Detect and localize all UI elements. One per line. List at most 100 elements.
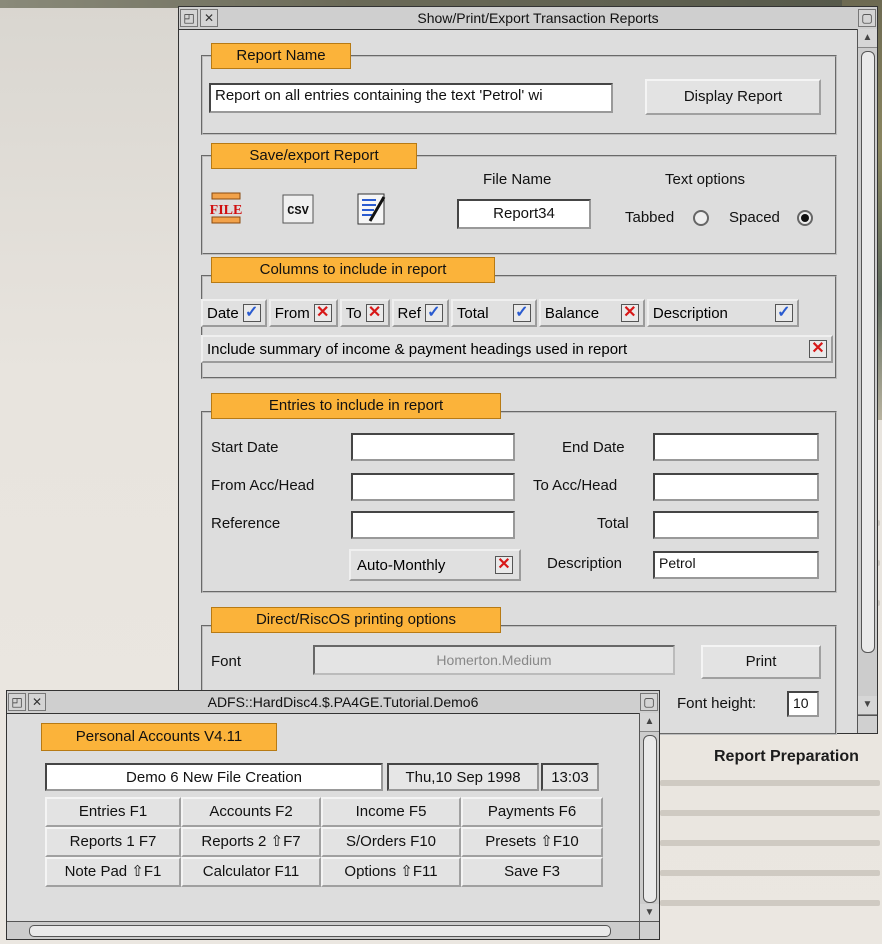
column-to-option[interactable]: To ✕ (339, 299, 390, 327)
close-icon[interactable]: ✕ (28, 693, 46, 711)
column-date-label: Date (207, 304, 239, 322)
scroll-thumb[interactable] (861, 51, 875, 653)
main-window: ◰ ✕ ADFS::HardDisc4.$.PA4GE.Tutorial.Dem… (6, 690, 660, 940)
column-from-option[interactable]: From ✕ (268, 299, 338, 327)
file-title-field: Demo 6 New File Creation (45, 763, 383, 791)
file-name-input[interactable]: Report34 (457, 199, 591, 229)
print-button[interactable]: Print (701, 645, 821, 679)
columns-checkbox-row: Date ✓ From ✕ To ✕ Ref ✓ Total ✓ Balance ✕ Des… (201, 299, 833, 327)
font-height-label: Font height: (677, 695, 757, 712)
toggle-size-icon[interactable]: ▢ (858, 9, 876, 27)
options-button[interactable]: Options ⇧F11 (321, 857, 461, 887)
toggle-size-icon[interactable]: ▢ (640, 693, 658, 711)
printing-heading: Direct/RiscOS printing options (211, 607, 501, 633)
file-export-icon[interactable]: FILE (207, 189, 245, 229)
bg-text-line (660, 780, 880, 786)
column-to-checkbox[interactable]: ✕ (365, 304, 384, 322)
reference-label: Reference (211, 515, 281, 532)
summary-option[interactable]: Include summary of income & payment head… (201, 335, 833, 363)
spaced-label: Spaced (729, 209, 780, 226)
auto-monthly-option[interactable]: Auto-Monthly ✕ (349, 549, 521, 581)
file-icon-text: FILE (210, 203, 243, 218)
from-acc-label: From Acc/Head (211, 477, 315, 494)
save-export-heading: Save/export Report (211, 143, 417, 169)
entries-button[interactable]: Entries F1 (45, 797, 181, 827)
reference-input[interactable] (351, 511, 515, 539)
close-icon[interactable]: ✕ (200, 9, 218, 27)
main-window-hscroll[interactable] (7, 921, 639, 939)
back-icon[interactable]: ◰ (180, 9, 198, 27)
figure-caption: Report Preparation (714, 748, 859, 765)
start-date-label: Start Date (211, 439, 279, 456)
presets-button[interactable]: Presets ⇧F10 (461, 827, 603, 857)
date-field: Thu,10 Sep 1998 (387, 763, 539, 791)
column-ref-label: Ref (397, 304, 421, 322)
column-from-checkbox[interactable]: ✕ (313, 304, 332, 322)
reports2-button[interactable]: Reports 2 ⇧F7 (181, 827, 321, 857)
main-window-title: ADFS::HardDisc4.$.PA4GE.Tutorial.Demo6 (207, 694, 479, 710)
report-window-vscroll[interactable]: ▲ ▼ (857, 29, 877, 715)
column-ref-option[interactable]: Ref ✓ (391, 299, 449, 327)
tabbed-label: Tabbed (625, 209, 675, 226)
back-icon[interactable]: ◰ (8, 693, 26, 711)
column-balance-checkbox[interactable]: ✕ (620, 304, 639, 322)
font-label: Font (211, 653, 242, 670)
display-report-button[interactable]: Display Report (645, 79, 821, 115)
scroll-thumb[interactable] (643, 735, 657, 903)
main-window-vscroll[interactable]: ▲ ▼ (639, 713, 659, 923)
scroll-up-icon[interactable]: ▲ (858, 29, 877, 48)
report-name-input[interactable]: Report on all entries containing the tex… (209, 83, 613, 113)
font-height-input[interactable]: 10 (787, 691, 819, 717)
column-date-checkbox[interactable]: ✓ (242, 304, 261, 322)
start-date-input[interactable] (351, 433, 515, 461)
description-filter-input[interactable]: Petrol (653, 551, 819, 579)
column-description-option[interactable]: Description ✓ (646, 299, 799, 327)
report-window-titlebar[interactable]: ◰ ✕ Show/Print/Export Transaction Report… (179, 7, 877, 30)
column-total-option[interactable]: Total ✓ (450, 299, 537, 327)
income-button[interactable]: Income F5 (321, 797, 461, 827)
end-date-input[interactable] (653, 433, 819, 461)
from-acc-input[interactable] (351, 473, 515, 501)
calculator-button[interactable]: Calculator F11 (181, 857, 321, 887)
report-window-resize-icon[interactable] (857, 715, 877, 733)
auto-monthly-checkbox[interactable]: ✕ (495, 556, 513, 574)
column-balance-label: Balance (544, 304, 600, 322)
font-select[interactable]: Homerton.Medium (313, 645, 675, 675)
summary-label: Include summary of income & payment head… (207, 340, 628, 358)
to-acc-input[interactable] (653, 473, 819, 501)
report-window-title: Show/Print/Export Transaction Reports (417, 10, 659, 26)
reports1-button[interactable]: Reports 1 F7 (45, 827, 181, 857)
columns-heading: Columns to include in report (211, 257, 495, 283)
spaced-radio[interactable] (797, 210, 813, 226)
accounts-button[interactable]: Accounts F2 (181, 797, 321, 827)
auto-monthly-label: Auto-Monthly (357, 556, 446, 574)
end-date-label: End Date (562, 439, 625, 456)
save-button[interactable]: Save F3 (461, 857, 603, 887)
note-pad-button[interactable]: Note Pad ⇧F1 (45, 857, 181, 887)
total-input[interactable] (653, 511, 819, 539)
column-balance-option[interactable]: Balance ✕ (538, 299, 645, 327)
csv-icon-text: CSV (287, 204, 309, 218)
bg-text-line (660, 810, 880, 816)
main-window-resize-icon[interactable] (639, 921, 659, 939)
scroll-up-icon[interactable]: ▲ (640, 713, 659, 732)
csv-export-icon[interactable]: CSV (279, 189, 317, 229)
app-name-badge: Personal Accounts V4.11 (41, 723, 277, 751)
column-total-label: Total (456, 304, 489, 322)
main-window-titlebar[interactable]: ◰ ✕ ADFS::HardDisc4.$.PA4GE.Tutorial.Dem… (7, 691, 659, 714)
text-export-icon[interactable] (353, 189, 391, 229)
column-date-option[interactable]: Date ✓ (201, 299, 267, 327)
column-description-checkbox[interactable]: ✓ (774, 304, 793, 322)
payments-button[interactable]: Payments F6 (461, 797, 603, 827)
report-name-heading: Report Name (211, 43, 351, 69)
columns-group (201, 275, 837, 379)
hscroll-thumb[interactable] (29, 925, 611, 937)
total-label: Total (597, 515, 629, 532)
column-ref-checkbox[interactable]: ✓ (424, 304, 443, 322)
standing-orders-button[interactable]: S/Orders F10 (321, 827, 461, 857)
scroll-down-icon[interactable]: ▼ (858, 696, 877, 715)
column-total-checkbox[interactable]: ✓ (512, 304, 531, 322)
bg-text-line (660, 900, 880, 906)
summary-checkbox[interactable]: ✕ (809, 340, 827, 358)
tabbed-radio[interactable] (693, 210, 709, 226)
